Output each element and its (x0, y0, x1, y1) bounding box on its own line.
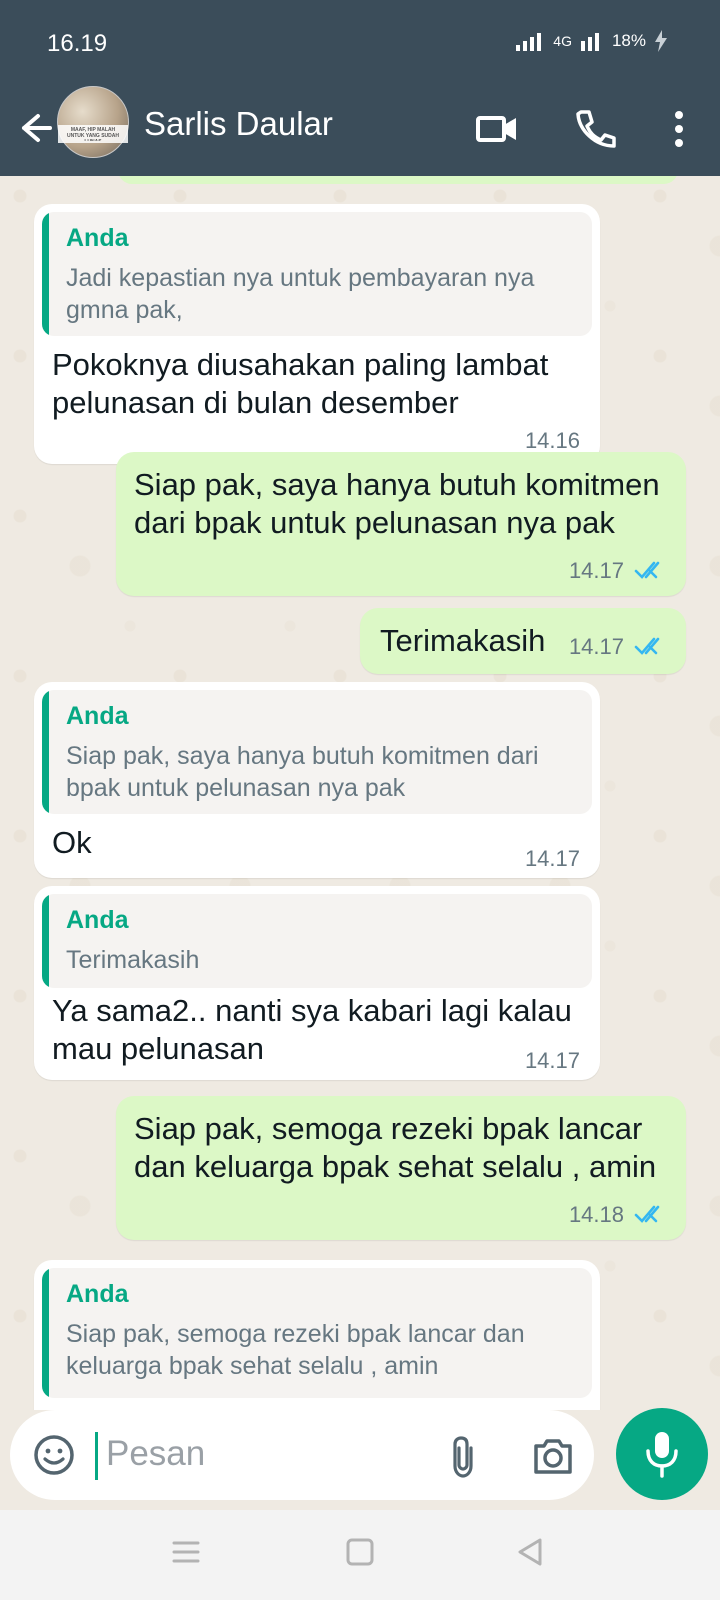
reply-accent-bar (42, 690, 49, 814)
phone-icon[interactable] (570, 106, 616, 152)
reply-author: Anda (66, 1280, 129, 1308)
home-icon[interactable] (340, 1532, 380, 1572)
outgoing-message[interactable]: Terimakasih 14.17 (360, 608, 686, 674)
message-time: 14.18 (568, 1202, 624, 1227)
outgoing-message[interactable]: Siap pak, saya hanya butuh komitmen dari… (116, 452, 686, 596)
message-text: Terimakasih (380, 623, 546, 658)
message-text: Ok (52, 825, 92, 860)
recent-apps-icon[interactable] (166, 1532, 206, 1572)
message-time: 14.16 (524, 428, 580, 453)
microphone-icon (646, 1432, 678, 1478)
message-text: Siap pak, saya hanya butuh komitmen dari… (134, 467, 660, 540)
voice-message-button[interactable] (616, 1408, 708, 1500)
incoming-message[interactable]: Anda Jadi kepastian nya untuk pembayaran… (34, 204, 600, 464)
reply-text: Jadi kepastian nya untuk pembayaran nya … (66, 264, 535, 324)
reply-text: Siap pak, saya hanya butuh komitmen dari… (66, 742, 539, 802)
system-navigation-bar (0, 1510, 720, 1600)
reply-accent-bar (42, 1268, 49, 1398)
read-receipt-icon (634, 1205, 660, 1223)
reply-text: Terimakasih (66, 946, 200, 974)
message-time: 14.17 (568, 558, 624, 583)
charging-icon (655, 30, 667, 52)
battery-text: 18% (611, 31, 646, 50)
message-time: 14.17 (568, 634, 624, 659)
reply-author: Anda (66, 702, 129, 730)
more-options-icon[interactable] (656, 106, 702, 152)
back-arrow-icon[interactable] (14, 108, 54, 148)
status-icons: 4G 18% (515, 30, 668, 52)
avatar-caption: MAAF, HIP MALAH UNTUK YANG SUDAH LUNAS (67, 127, 119, 141)
network-type: 4G (553, 33, 572, 49)
message-input[interactable]: Pesan (106, 1434, 205, 1474)
contact-name[interactable]: Sarlis Daular (144, 105, 333, 143)
reply-accent-bar (42, 212, 49, 336)
reply-text: Siap pak, semoga rezeki bpak lancar dan … (66, 1320, 525, 1380)
signal-icon-2 (580, 33, 599, 51)
message-list[interactable]: Anda Jadi kepastian nya untuk pembayaran… (0, 176, 720, 1410)
status-bar: 16.19 4G 18% (0, 0, 720, 88)
status-time: 16.19 (47, 30, 108, 57)
video-call-icon[interactable] (474, 106, 520, 152)
reply-author: Anda (66, 224, 129, 252)
message-text: Siap pak, semoga rezeki bpak lancar dan … (134, 1111, 657, 1184)
message-text: Pokoknya diusahakan paling lambat peluna… (52, 347, 549, 420)
reply-quote[interactable]: Anda Siap pak, saya hanya butuh komitmen… (42, 690, 592, 814)
text-cursor (95, 1432, 98, 1480)
reply-quote[interactable]: Anda Siap pak, semoga rezeki bpak lancar… (42, 1268, 592, 1398)
incoming-message[interactable]: Anda Siap pak, saya hanya butuh komitmen… (34, 682, 600, 878)
read-receipt-icon (634, 637, 660, 655)
paperclip-icon[interactable] (448, 1434, 482, 1480)
outgoing-message[interactable]: Siap pak, semoga rezeki bpak lancar dan … (116, 1096, 686, 1240)
message-composer[interactable]: Pesan (10, 1410, 594, 1500)
reply-quote[interactable]: Anda Jadi kepastian nya untuk pembayaran… (42, 212, 592, 336)
contact-avatar[interactable]: MAAF, HIP MALAH UNTUK YANG SUDAH LUNAS (57, 86, 129, 158)
read-receipt-icon (634, 561, 660, 579)
back-nav-icon[interactable] (510, 1532, 550, 1572)
reply-accent-bar (42, 894, 49, 988)
message-time: 14.17 (524, 1048, 580, 1073)
incoming-message[interactable]: Anda Terimakasih Ya sama2.. nanti sya ka… (34, 886, 600, 1080)
camera-icon[interactable] (530, 1434, 576, 1478)
incoming-message[interactable]: Anda Siap pak, semoga rezeki bpak lancar… (34, 1260, 600, 1410)
message-text: Ya sama2.. nanti sya kabari lagi kalau m… (52, 993, 572, 1066)
previous-message-edge (118, 176, 678, 184)
emoji-icon[interactable] (32, 1433, 76, 1477)
message-time: 14.17 (524, 846, 580, 871)
reply-author: Anda (66, 906, 129, 934)
reply-quote[interactable]: Anda Terimakasih (42, 894, 592, 988)
signal-icon (516, 33, 542, 51)
